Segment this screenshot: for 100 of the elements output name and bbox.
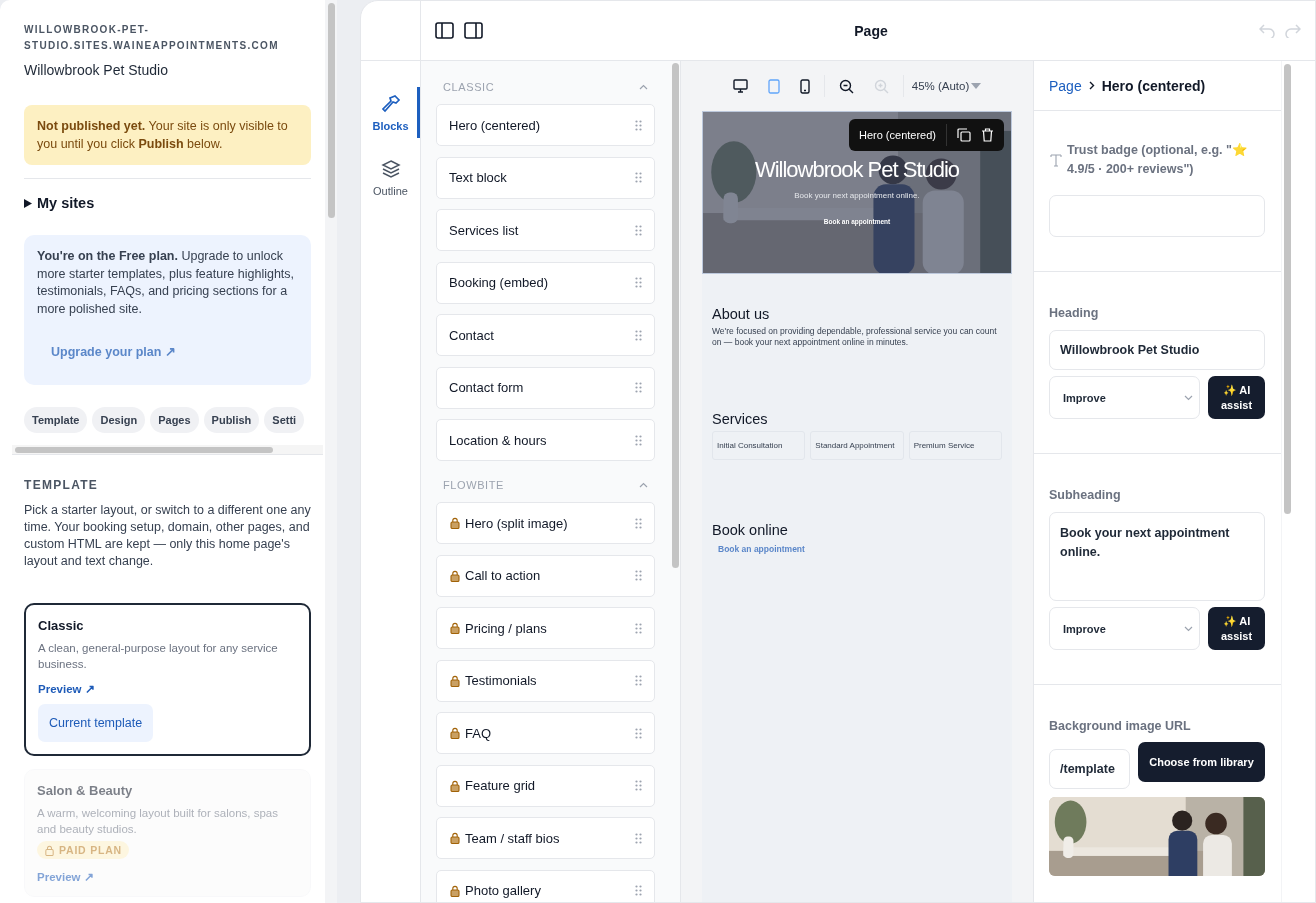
drag-handle-icon[interactable] <box>635 570 642 581</box>
template-card[interactable]: Salon & Beauty A warm, welcoming layout built for salons, spas and beauty studios. PAID PLAN Preview ↗ <box>24 769 311 897</box>
duplicate-icon[interactable] <box>957 128 971 142</box>
preview-link[interactable]: Preview ↗ <box>38 682 297 696</box>
block-label: Text block <box>449 170 507 185</box>
field-label: Trust badge (optional, e.g. "⭐ 4.9/5 · 200+ reviews") <box>1067 142 1249 178</box>
drag-handle-icon[interactable] <box>635 885 642 896</box>
drag-handle-icon[interactable] <box>635 780 642 791</box>
section-description: Pick a starter layout, or switch to a different one any time. Your booking setup, domain, other pages, and custom HTML are kept — only this home page's layout and text change. <box>24 502 311 570</box>
zoom-select[interactable]: 45% (Auto) <box>911 80 982 92</box>
block-item[interactable]: Text block <box>436 156 655 199</box>
subheading-field[interactable]: Book your next appointment online. <box>1049 512 1265 601</box>
right-panel-toggle-icon[interactable] <box>464 22 483 39</box>
tablet-view-icon[interactable] <box>767 78 780 94</box>
drag-handle-icon[interactable] <box>635 382 642 393</box>
improve-select[interactable]: Improve <box>1049 376 1200 419</box>
section-title: TEMPLATE <box>24 478 100 492</box>
chevron-icon[interactable] <box>639 482 648 488</box>
ai-assist-button[interactable]: ✨ AI assist <box>1208 376 1265 419</box>
chevron-icon[interactable] <box>1184 625 1193 632</box>
about-heading: About us <box>712 306 771 322</box>
scrollbar[interactable] <box>671 63 679 568</box>
image-url-field[interactable]: /template <box>1049 749 1130 789</box>
trust-badge-field[interactable] <box>1049 195 1265 237</box>
block-toolbar-label: Hero (centered) <box>858 129 936 141</box>
mobile-view-icon[interactable] <box>799 78 810 94</box>
scrollbar[interactable] <box>1284 64 1291 514</box>
drag-handle-icon[interactable] <box>635 434 642 446</box>
layers-icon <box>380 159 401 179</box>
block-item[interactable]: Services list <box>436 209 655 251</box>
block-item[interactable]: Testimonials <box>436 659 655 702</box>
text-icon <box>1049 153 1063 167</box>
scrollbar[interactable] <box>327 3 335 218</box>
block-item[interactable]: Team / staff bios <box>436 817 655 859</box>
current-template-button[interactable]: Current template <box>38 704 154 742</box>
lock-icon <box>449 622 461 634</box>
field-label: Heading <box>1049 305 1100 322</box>
service-card: Initial Consultation <box>712 431 806 460</box>
improve-select[interactable]: Improve <box>1049 607 1200 650</box>
redo-icon[interactable] <box>1285 23 1301 38</box>
template-description: A warm, welcoming layout built for salons, spas and beauty studios. <box>37 806 279 837</box>
block-item[interactable]: Hero (split image) <box>436 502 655 544</box>
section-tab[interactable]: Design <box>92 407 146 433</box>
block-item[interactable]: Contact <box>436 314 655 356</box>
delete-icon[interactable] <box>981 128 994 142</box>
breadcrumb-link[interactable]: Page <box>1049 77 1082 94</box>
section-tab[interactable]: Pages <box>150 407 199 433</box>
desktop-view-icon[interactable] <box>732 79 748 93</box>
block-item[interactable]: Contact form <box>436 366 655 409</box>
block-item[interactable]: Booking (embed) <box>436 261 655 304</box>
choose-from-library-button[interactable]: Choose from library <box>1138 742 1265 782</box>
drag-handle-icon[interactable] <box>635 277 642 288</box>
block-item[interactable]: Photo gallery <box>436 869 655 902</box>
site-domain: WILLOWBROOK-PET-STUDIO.SITES.WAINEAPPOINTMENTS.COM <box>24 23 280 53</box>
block-item[interactable]: Pricing / plans <box>436 607 655 649</box>
breadcrumb-chevron-icon <box>1088 81 1095 90</box>
my-sites-toggle[interactable]: My sites <box>24 195 311 211</box>
template-description: A clean, general-purpose layout for any service business. <box>38 641 279 672</box>
block-item[interactable]: FAQ <box>436 712 655 754</box>
drag-handle-icon[interactable] <box>635 329 642 341</box>
lock-icon <box>449 884 461 897</box>
drag-handle-icon[interactable] <box>635 727 642 739</box>
lock-icon <box>44 844 55 856</box>
block-group-title: FLOWBITE <box>443 479 505 491</box>
block-group-title: CLASSIC <box>443 81 495 93</box>
undo-icon[interactable] <box>1259 23 1275 38</box>
block-label: Testimonials <box>465 673 537 688</box>
unpublished-notice: Not published yet. Your site is only visible to you until you click Publish below. <box>24 105 311 165</box>
block-item[interactable]: Location & hours <box>436 419 655 461</box>
drag-handle-icon[interactable] <box>635 119 642 131</box>
block-item[interactable]: Feature grid <box>436 764 655 807</box>
drag-handle-icon[interactable] <box>635 832 642 844</box>
template-card[interactable]: Classic A clean, general-purpose layout for any service business. Preview ↗ Current template <box>24 603 311 756</box>
drag-handle-icon[interactable] <box>635 675 642 686</box>
drag-handle-icon[interactable] <box>635 172 642 183</box>
paid-plan-badge: PAID PLAN <box>37 841 129 859</box>
section-tab[interactable]: Template <box>24 407 88 433</box>
block-label: Hero (split image) <box>465 515 568 531</box>
rail-tab[interactable]: Outline <box>361 152 420 203</box>
field-label: Subheading <box>1049 487 1122 504</box>
block-item[interactable]: Call to action <box>436 554 655 597</box>
block-label: Booking (embed) <box>449 275 548 290</box>
section-tab[interactable]: Setti <box>264 407 305 433</box>
heading-field[interactable]: Willowbrook Pet Studio <box>1049 330 1265 370</box>
block-item[interactable]: Hero (centered) <box>436 104 655 146</box>
section-tab[interactable]: Publish <box>203 407 260 433</box>
drag-handle-icon[interactable] <box>635 224 642 236</box>
drag-handle-icon[interactable] <box>635 517 642 529</box>
ai-assist-button[interactable]: ✨ AI assist <box>1208 607 1265 650</box>
chevron-icon[interactable] <box>639 84 648 90</box>
service-card: Premium Service <box>908 431 1002 460</box>
drag-handle-icon[interactable] <box>635 622 642 634</box>
rail-tab[interactable]: Blocks <box>361 87 420 138</box>
block-label: Contact <box>449 327 494 343</box>
zoom-out-icon[interactable] <box>838 78 854 94</box>
chevron-icon[interactable] <box>1184 394 1193 401</box>
disclosure-triangle-icon <box>24 198 32 208</box>
lock-icon <box>449 674 461 687</box>
left-panel-toggle-icon[interactable] <box>435 22 454 39</box>
site-name: Willowbrook Pet Studio <box>24 62 169 78</box>
